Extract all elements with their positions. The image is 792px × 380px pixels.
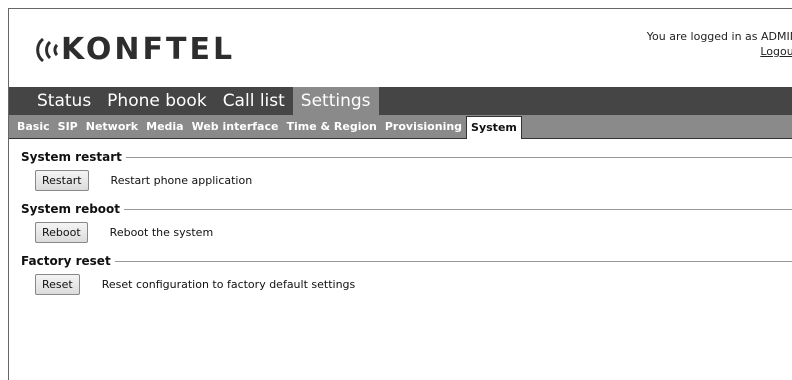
reboot-description: Reboot the system [109, 225, 214, 239]
settings-sub-nav: Basic SIP Network Media Web interface Ti… [9, 115, 792, 139]
section-title-label: System reboot [21, 202, 121, 216]
reboot-button[interactable]: Reboot [35, 221, 88, 243]
section-title-system-restart: System restart [21, 149, 792, 165]
reset-description: Reset configuration to factory default s… [101, 277, 356, 291]
sub-tab-basic[interactable]: Basic [13, 116, 54, 138]
sub-tab-system[interactable]: System [466, 116, 522, 139]
sub-tab-media[interactable]: Media [142, 116, 187, 138]
logged-in-text: You are logged in as ADMIN [646, 30, 792, 43]
divider [125, 156, 792, 158]
restart-button[interactable]: Restart [35, 169, 89, 191]
reset-row: Reset Reset configuration to factory def… [21, 269, 792, 299]
main-nav: Status Phone book Call list Settings [9, 87, 792, 115]
sub-tab-sip[interactable]: SIP [54, 116, 82, 138]
app-frame: KONFTEL You are logged in as ADMIN Logou… [8, 8, 792, 380]
divider [124, 208, 792, 210]
reset-button[interactable]: Reset [35, 273, 80, 295]
divider [114, 260, 792, 262]
system-settings-content: System restart Restart Restart phone app… [9, 139, 792, 299]
login-info: You are logged in as ADMIN Logout [647, 29, 792, 59]
sub-tab-web-interface[interactable]: Web interface [188, 116, 283, 138]
system-restart-section: System restart Restart Restart phone app… [21, 149, 792, 195]
sub-tab-network[interactable]: Network [82, 116, 142, 138]
restart-row: Restart Restart phone application [21, 165, 792, 195]
main-tab-phone-book[interactable]: Phone book [99, 87, 215, 115]
factory-reset-section: Factory reset Reset Reset configuration … [21, 253, 792, 299]
main-tab-status[interactable]: Status [29, 87, 99, 115]
reboot-row: Reboot Reboot the system [21, 217, 792, 247]
sub-tab-provisioning[interactable]: Provisioning [381, 116, 466, 138]
main-tab-settings[interactable]: Settings [292, 87, 379, 115]
section-title-factory-reset: Factory reset [21, 253, 792, 269]
restart-description: Restart phone application [110, 173, 253, 187]
section-title-system-reboot: System reboot [21, 201, 792, 217]
header: KONFTEL You are logged in as ADMIN Logou… [9, 9, 792, 87]
section-title-label: System restart [21, 150, 122, 164]
sound-waves-icon [36, 37, 59, 63]
konftel-logo: KONFTEL [31, 35, 235, 65]
logout-link[interactable]: Logout [760, 45, 792, 58]
main-tab-call-list[interactable]: Call list [215, 87, 293, 115]
logo-text: KONFTEL [61, 32, 236, 67]
sub-tab-time-region[interactable]: Time & Region [282, 116, 380, 138]
system-reboot-section: System reboot Reboot Reboot the system [21, 201, 792, 247]
section-title-label: Factory reset [21, 254, 111, 268]
